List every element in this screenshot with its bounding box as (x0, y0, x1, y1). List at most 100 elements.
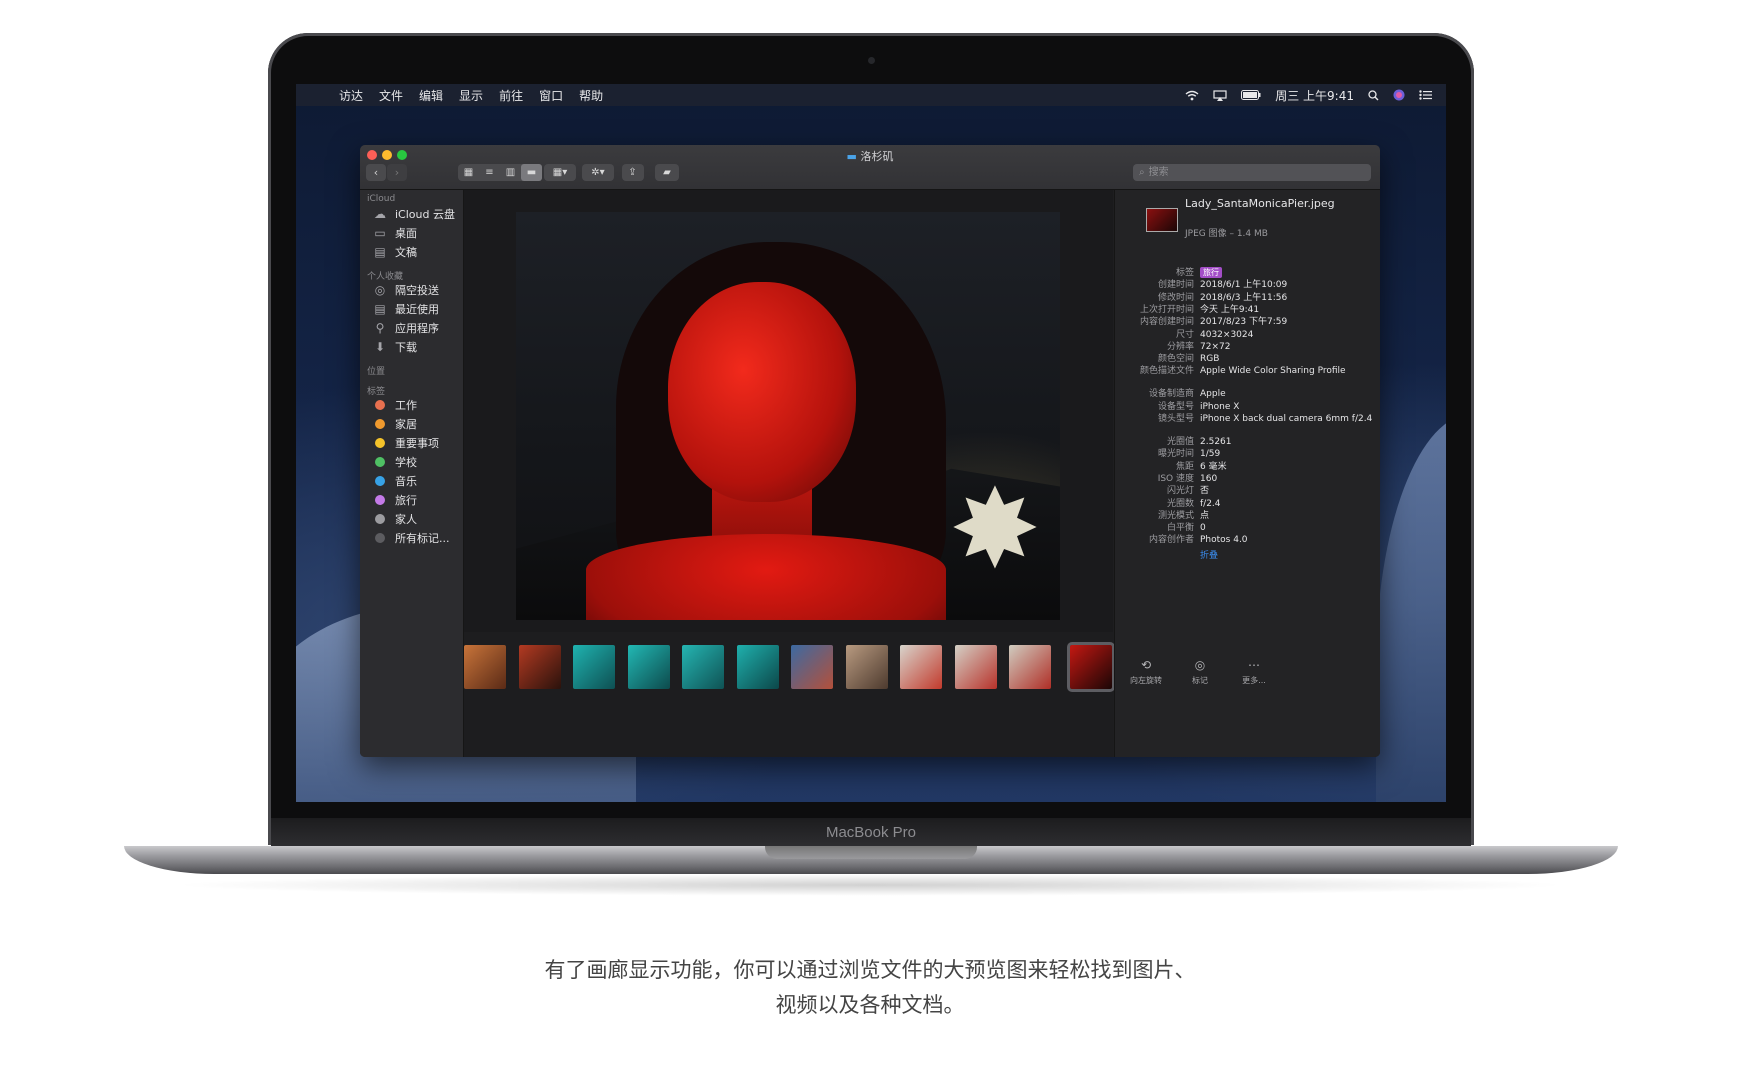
metadata-key: 光圈值 (1166, 437, 1194, 447)
metadata-key: 内容创建时间 (1139, 317, 1194, 328)
metadata-value: 2018/6/1 上午10:09 (1200, 280, 1288, 291)
sidebar-item-desktop[interactable]: ▭ 桌面 (372, 225, 417, 241)
chevron-left-icon: ‹ (373, 166, 379, 179)
metadata-value: 2017/8/23 下午7:59 (1200, 317, 1288, 328)
thumbnail[interactable] (1009, 645, 1051, 689)
menu-file[interactable]: 文件 (379, 87, 403, 104)
sidebar-item-icloud-drive[interactable]: ☁ iCloud 云盘 (372, 206, 455, 222)
metadata-value: 72×72 (1200, 341, 1231, 352)
caption-line-1: 有了画廊显示功能，你可以通过浏览文件的大预览图来轻松找到图片、 (544, 958, 1196, 982)
spotlight-icon[interactable] (1368, 89, 1379, 101)
menu-go[interactable]: 前往 (499, 87, 523, 104)
metadata-value: 2.5261 (1200, 437, 1232, 447)
sidebar-tag-important[interactable]: 重要事项 (372, 435, 439, 451)
clock[interactable]: 周三 上午9:41 (1275, 87, 1354, 104)
markup-icon: ◎ (1194, 658, 1206, 672)
tag-color-dot (375, 457, 385, 467)
laptop-chin: MacBook Pro (271, 818, 1471, 846)
action-menu-button[interactable]: ✲▾ (582, 164, 614, 181)
preview-image[interactable]: ✸ (516, 212, 1060, 620)
column-view-button[interactable]: ▥ (500, 164, 521, 181)
thumbnail[interactable] (900, 645, 942, 689)
metadata-key: 光圈数 (1166, 498, 1194, 509)
list-view-button[interactable]: ≡ (479, 164, 500, 181)
share-button[interactable]: ⇪ (622, 164, 644, 181)
thumbnail[interactable] (627, 645, 670, 689)
sidebar-tag-home[interactable]: 家居 (372, 416, 417, 432)
gallery-view-button[interactable]: ▬ (521, 164, 542, 181)
sidebar-item-label: 文稿 (395, 246, 417, 259)
thumbnail[interactable] (682, 645, 724, 689)
sidebar-tag-work[interactable]: 工作 (372, 397, 417, 413)
metadata-value: 1/59 (1200, 449, 1221, 460)
metadata-key: 内容创作者 (1148, 535, 1194, 546)
menu-edit[interactable]: 编辑 (419, 87, 443, 104)
tag-chip[interactable]: 旅行 (1200, 267, 1222, 278)
search-field[interactable]: ⌕ 搜索 (1133, 164, 1371, 181)
forward-button[interactable]: › (387, 164, 407, 181)
metadata-value: RGB (1200, 354, 1220, 365)
sidebar-header-favorites: 个人收藏 (367, 272, 404, 282)
sidebar-tag-school[interactable]: 学校 (372, 454, 417, 470)
metadata-value: 160 (1200, 473, 1218, 484)
menu-view[interactable]: 显示 (459, 87, 483, 104)
tag-color-dot (375, 514, 385, 524)
more-button[interactable]: ⋯ 更多... (1227, 658, 1281, 686)
menu-finder[interactable]: 访达 (339, 87, 363, 104)
status-menus: 周三 上午9:41 (1185, 84, 1446, 106)
sidebar-tag-travel[interactable]: 旅行 (372, 492, 417, 508)
sidebar-tag-music[interactable]: 音乐 (372, 473, 417, 489)
list-icon: ≡ (485, 167, 494, 178)
sidebar-item-airdrop[interactable]: ◎ 隔空投送 (372, 282, 439, 298)
view-mode-group: ▦ ≡ ▥ ▬ (458, 164, 542, 181)
wifi-icon[interactable] (1185, 90, 1199, 101)
notification-center-icon[interactable] (1419, 90, 1432, 100)
menu-help[interactable]: 帮助 (579, 87, 603, 104)
sidebar-tag-family[interactable]: 家人 (372, 511, 417, 527)
sidebar-header-tags: 标签 (367, 387, 386, 397)
thumbnail[interactable] (518, 645, 561, 689)
thumbnail[interactable] (464, 645, 506, 689)
metadata-key: 颜色空间 (1157, 354, 1194, 365)
group-by-button[interactable]: ▦▾ (544, 164, 576, 181)
sidebar-item-documents[interactable]: ▤ 文稿 (372, 244, 417, 260)
thumbnail[interactable] (791, 645, 833, 689)
airplay-icon[interactable] (1213, 89, 1227, 101)
sidebar-item-label: 隔空投送 (395, 284, 439, 297)
metadata-value: iPhone X back dual camera 6mm f/2.4 (1200, 414, 1373, 424)
sidebar-item-label: 所有标记... (395, 532, 450, 545)
markup-button[interactable]: ◎ 标记 (1173, 658, 1227, 686)
folder-icon: ▬ (846, 150, 857, 163)
thumbnail[interactable] (954, 645, 997, 689)
rotate-left-label: 向左旋转 (1130, 676, 1162, 685)
metadata-value: 0 (1200, 523, 1206, 534)
sidebar-item-applications[interactable]: ⚲ 应用程序 (372, 320, 439, 336)
sidebar-item-label: 最近使用 (395, 303, 439, 316)
columns-icon: ▥ (505, 167, 516, 178)
menu-window[interactable]: 窗口 (539, 87, 563, 104)
sidebar-item-label: 下载 (395, 341, 417, 354)
sidebar-all-tags[interactable]: 所有标记... (372, 530, 450, 546)
thumbnail[interactable] (736, 645, 779, 689)
sidebar-item-label: 重要事项 (395, 437, 439, 450)
photo-shirt (586, 534, 946, 620)
star-light-decoration: ✸ (948, 465, 1042, 593)
wallpaper-dune-right (1376, 414, 1446, 802)
thumbnail[interactable] (1066, 642, 1115, 692)
rotate-left-button[interactable]: ⟲ 向左旋转 (1119, 658, 1173, 686)
sidebar-item-downloads[interactable]: ⬇ 下载 (372, 339, 417, 355)
thumbnail[interactable] (845, 645, 888, 689)
sidebar-item-recents[interactable]: ▤ 最近使用 (372, 301, 439, 317)
battery-icon[interactable] (1241, 90, 1261, 100)
search-icon: ⌕ (1139, 167, 1145, 178)
metadata-value: 今天 上午9:41 (1200, 304, 1260, 315)
tags-button[interactable]: ▰ (655, 164, 679, 181)
collapse-link[interactable]: 折叠 (1200, 548, 1218, 561)
back-button[interactable]: ‹ (366, 164, 386, 181)
laptop-notch (765, 846, 977, 859)
siri-icon[interactable] (1393, 89, 1405, 101)
icon-view-button[interactable]: ▦ (458, 164, 479, 181)
metadata-key: 白平衡 (1166, 523, 1194, 534)
thumbnail[interactable] (573, 645, 615, 689)
chevron-right-icon: › (394, 166, 400, 179)
